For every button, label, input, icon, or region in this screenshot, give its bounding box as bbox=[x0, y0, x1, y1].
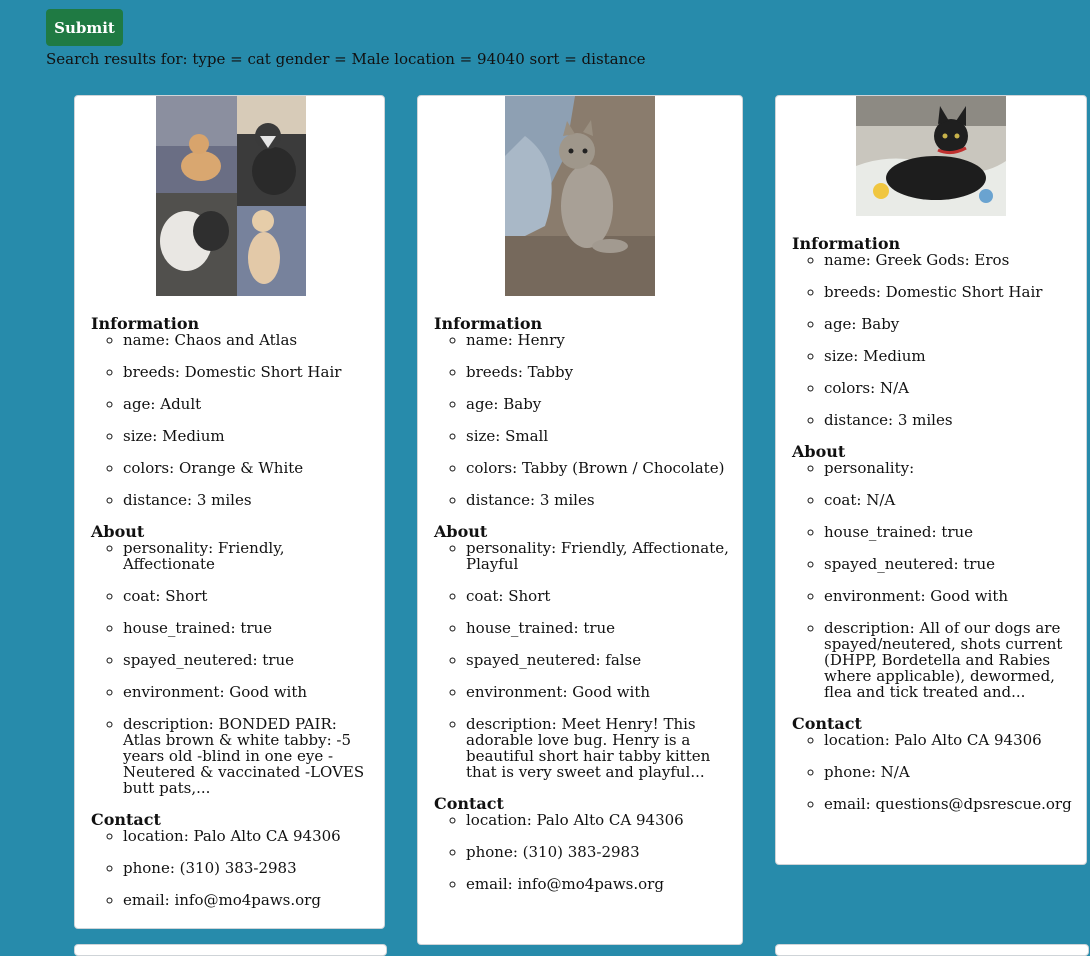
pet-photo[interactable] bbox=[856, 96, 1006, 216]
list-item-size: size: Small bbox=[466, 428, 736, 444]
list-item-house-trained: house_trained: true bbox=[466, 620, 736, 636]
contact-list: location: Palo Alto CA 94306 phone: N/A … bbox=[792, 732, 1080, 812]
list-item-coat: coat: Short bbox=[466, 588, 736, 604]
information-list: name: Chaos and Atlas breeds: Domestic S… bbox=[91, 332, 378, 508]
pet-photo[interactable] bbox=[156, 96, 306, 296]
list-item-description: description: Meet Henry! This adorable l… bbox=[466, 716, 736, 780]
contact-list: location: Palo Alto CA 94306 phone: (310… bbox=[91, 828, 378, 908]
about-list: personality: Friendly, Affectionate, Pla… bbox=[434, 540, 736, 780]
contact-heading: Contact bbox=[434, 794, 504, 813]
search-summary: Search results for: type = cat gender = … bbox=[46, 50, 646, 68]
about-list: personality: coat: N/A house_trained: tr… bbox=[792, 460, 1080, 700]
information-list: name: Henry breeds: Tabby age: Baby size… bbox=[434, 332, 736, 508]
list-item-distance: distance: 3 miles bbox=[466, 492, 736, 508]
pet-details: Information name: Henry breeds: Tabby ag… bbox=[434, 316, 736, 908]
list-item-name: name: Greek Gods: Eros bbox=[824, 252, 1080, 268]
list-item-distance: distance: 3 miles bbox=[123, 492, 378, 508]
about-heading: About bbox=[792, 442, 846, 461]
list-item-breeds: breeds: Domestic Short Hair bbox=[123, 364, 378, 380]
list-item-phone: phone: (310) 383-2983 bbox=[466, 844, 736, 860]
list-item-size: size: Medium bbox=[123, 428, 378, 444]
pet-details: Information name: Greek Gods: Eros breed… bbox=[792, 236, 1080, 828]
list-item-location: location: Palo Alto CA 94306 bbox=[123, 828, 378, 844]
contact-heading: Contact bbox=[792, 714, 862, 733]
list-item-environment: environment: Good with bbox=[123, 684, 378, 700]
list-item-personality: personality: Friendly, Affectionate bbox=[123, 540, 378, 572]
list-item-size: size: Medium bbox=[824, 348, 1080, 364]
list-item-environment: environment: Good with bbox=[824, 588, 1080, 604]
information-heading: Information bbox=[434, 314, 543, 333]
list-item-coat: coat: Short bbox=[123, 588, 378, 604]
list-item-phone: phone: (310) 383-2983 bbox=[123, 860, 378, 876]
list-item-spayed-neutered: spayed_neutered: true bbox=[123, 652, 378, 668]
list-item-personality: personality: Friendly, Affectionate, Pla… bbox=[466, 540, 736, 572]
about-list: personality: Friendly, Affectionate coat… bbox=[91, 540, 378, 796]
about-heading: About bbox=[91, 522, 145, 541]
list-item-email: email: info@mo4paws.org bbox=[123, 892, 378, 908]
contact-list: location: Palo Alto CA 94306 phone: (310… bbox=[434, 812, 736, 892]
pet-photo-image bbox=[856, 96, 1006, 216]
pet-photo[interactable] bbox=[505, 96, 655, 296]
pet-photo-image bbox=[505, 96, 655, 296]
list-item-spayed-neutered: spayed_neutered: false bbox=[466, 652, 736, 668]
list-item-name: name: Henry bbox=[466, 332, 736, 348]
list-item-colors: colors: Tabby (Brown / Chocolate) bbox=[466, 460, 736, 476]
pet-card: Information name: Chaos and Atlas breeds… bbox=[74, 95, 385, 929]
list-item-name: name: Chaos and Atlas bbox=[123, 332, 378, 348]
list-item-house-trained: house_trained: true bbox=[123, 620, 378, 636]
list-item-colors: colors: Orange & White bbox=[123, 460, 378, 476]
list-item-breeds: breeds: Domestic Short Hair bbox=[824, 284, 1080, 300]
list-item-description: description: All of our dogs are spayed/… bbox=[824, 620, 1080, 700]
information-heading: Information bbox=[91, 314, 200, 333]
list-item-personality: personality: bbox=[824, 460, 1080, 476]
information-list: name: Greek Gods: Eros breeds: Domestic … bbox=[792, 252, 1080, 428]
list-item-coat: coat: N/A bbox=[824, 492, 1080, 508]
about-heading: About bbox=[434, 522, 488, 541]
list-item-environment: environment: Good with bbox=[466, 684, 736, 700]
list-item-spayed-neutered: spayed_neutered: true bbox=[824, 556, 1080, 572]
pet-card: Information name: Henry breeds: Tabby ag… bbox=[417, 95, 743, 945]
list-item-phone: phone: N/A bbox=[824, 764, 1080, 780]
list-item-description: description: BONDED PAIR: Atlas brown & … bbox=[123, 716, 378, 796]
pet-details: Information name: Chaos and Atlas breeds… bbox=[91, 316, 378, 924]
list-item-breeds: breeds: Tabby bbox=[466, 364, 736, 380]
contact-heading: Contact bbox=[91, 810, 161, 829]
list-item-email: email: info@mo4paws.org bbox=[466, 876, 736, 892]
list-item-email: email: questions@dpsrescue.org bbox=[824, 796, 1080, 812]
list-item-age: age: Adult bbox=[123, 396, 378, 412]
list-item-location: location: Palo Alto CA 94306 bbox=[466, 812, 736, 828]
list-item-colors: colors: N/A bbox=[824, 380, 1080, 396]
list-item-distance: distance: 3 miles bbox=[824, 412, 1080, 428]
list-item-age: age: Baby bbox=[824, 316, 1080, 332]
list-item-location: location: Palo Alto CA 94306 bbox=[824, 732, 1080, 748]
information-heading: Information bbox=[792, 234, 901, 253]
pet-photo-image bbox=[156, 96, 306, 296]
list-item-house-trained: house_trained: true bbox=[824, 524, 1080, 540]
list-item-age: age: Baby bbox=[466, 396, 736, 412]
submit-button[interactable]: Submit bbox=[46, 9, 123, 46]
pet-card: Information name: Greek Gods: Eros breed… bbox=[775, 95, 1087, 865]
